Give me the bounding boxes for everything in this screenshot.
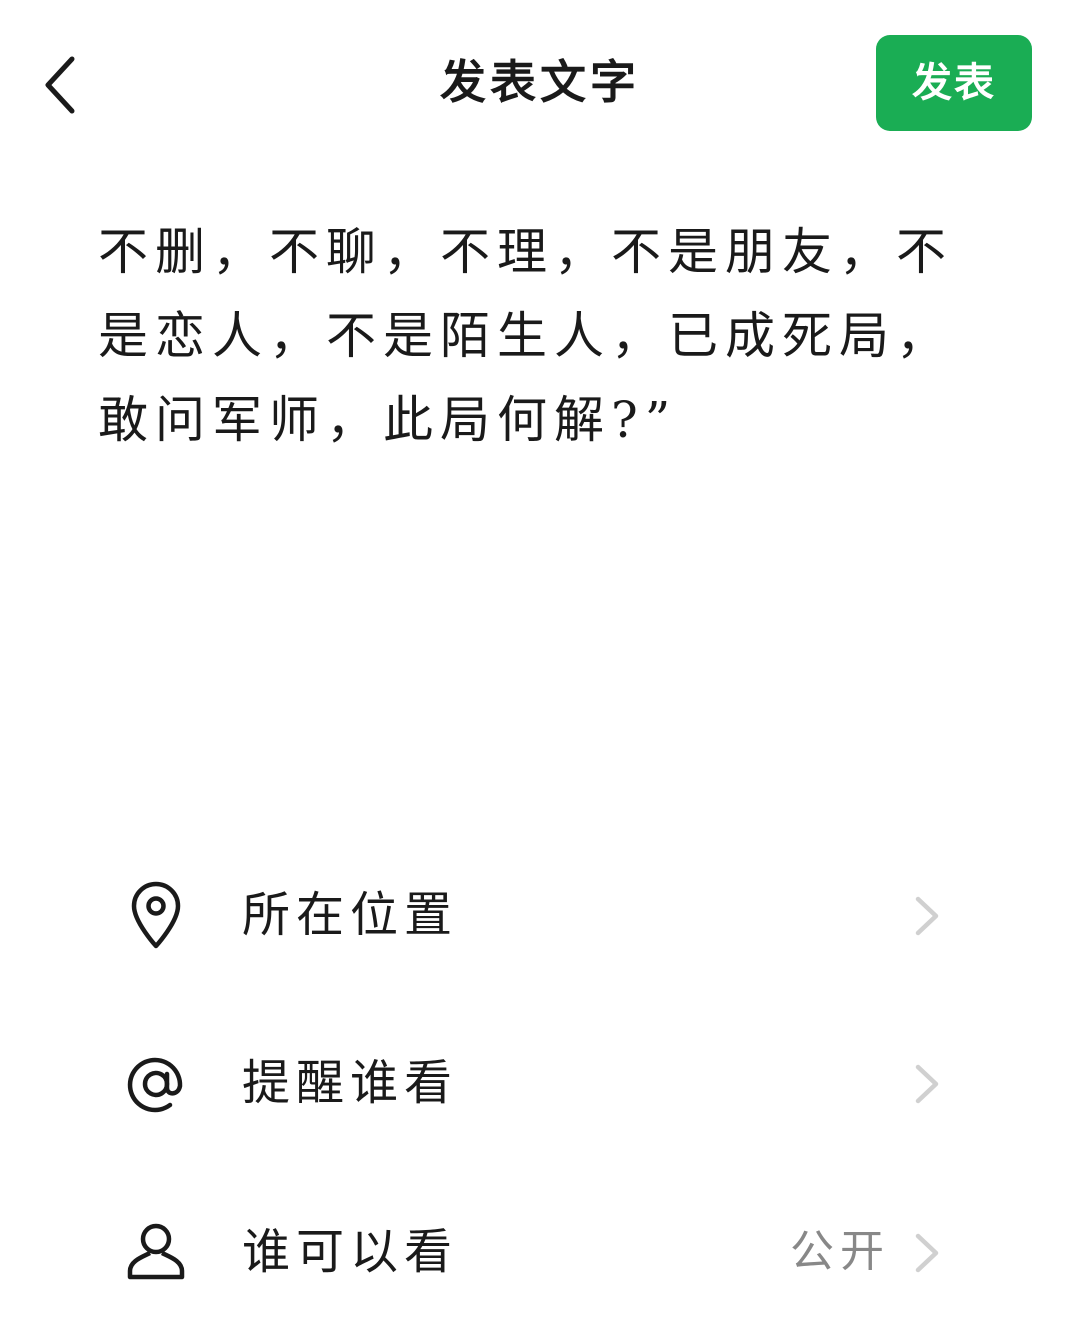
person-icon	[120, 1217, 192, 1289]
option-visibility[interactable]: 谁可以看 公开	[0, 1192, 1080, 1312]
chevron-right-icon	[908, 1230, 944, 1276]
option-location-label: 所在位置	[242, 887, 459, 943]
chevron-right-icon	[908, 1061, 944, 1107]
post-text-area[interactable]: 不删，不聊，不理，不是朋友，不是恋人，不是陌生人，已成死局，敢问军师，此局何解?…	[98, 210, 968, 462]
option-location[interactable]: 所在位置	[0, 855, 1080, 975]
location-pin-icon	[120, 880, 192, 952]
publish-button[interactable]: 发表	[876, 35, 1032, 131]
option-remind[interactable]: 提醒谁看	[0, 1023, 1080, 1143]
header-bar: 发表文字 发表	[0, 0, 1080, 170]
option-visibility-value: 公开	[790, 1226, 890, 1277]
option-remind-label: 提醒谁看	[242, 1055, 459, 1111]
option-visibility-label: 谁可以看	[242, 1224, 459, 1280]
chevron-right-icon	[908, 893, 944, 939]
at-sign-icon	[120, 1048, 192, 1120]
